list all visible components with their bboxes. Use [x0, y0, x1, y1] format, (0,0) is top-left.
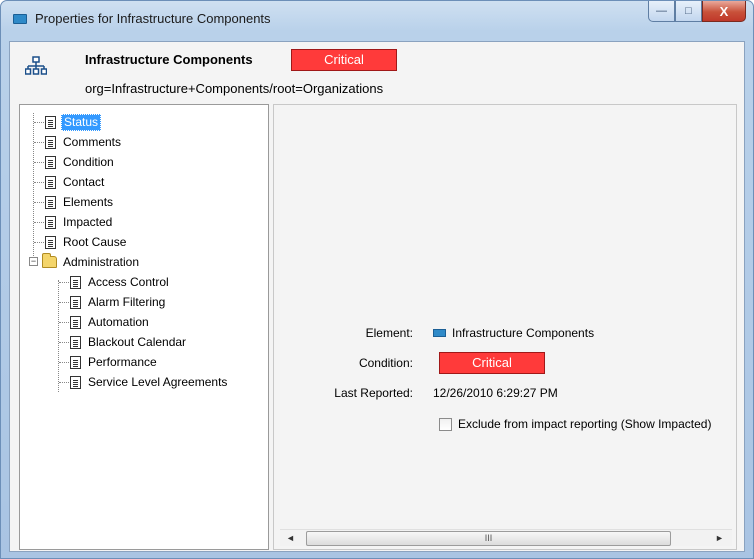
tree-item-label: Performance	[88, 354, 157, 369]
element-type-icon	[433, 329, 446, 337]
close-button[interactable]: X	[702, 1, 746, 22]
horizontal-scrollbar[interactable]: ◄ III ►	[280, 529, 732, 546]
document-icon	[70, 315, 81, 329]
properties-window: Properties for Infrastructure Components…	[0, 0, 754, 559]
tree-item-label: Contact	[63, 174, 105, 189]
document-icon	[45, 115, 56, 129]
element-value: Infrastructure Components	[433, 326, 594, 340]
last-reported-value: 12/26/2010 6:29:27 PM	[433, 386, 558, 400]
tree-item-label: Elements	[63, 194, 114, 209]
tree-item-status[interactable]: Status	[45, 113, 102, 131]
tree-item-label: Root Cause	[63, 234, 127, 249]
document-icon	[70, 295, 81, 309]
title-bar[interactable]: Properties for Infrastructure Components…	[1, 1, 753, 41]
tree-connector	[33, 113, 34, 266]
tree-item-access-control[interactable]: Access Control	[70, 273, 171, 291]
document-icon	[45, 235, 56, 249]
tree-item-label: Status	[61, 113, 102, 131]
document-icon	[45, 195, 56, 209]
tree-item-automation[interactable]: Automation	[70, 313, 151, 331]
tree-item-performance[interactable]: Performance	[70, 353, 159, 371]
properties-header: Infrastructure Components Critical org=I…	[10, 42, 744, 100]
status-detail-pane: Element: Infrastructure Components Condi…	[273, 104, 737, 550]
org-path: org=Infrastructure+Components/root=Organ…	[85, 81, 384, 96]
maximize-button[interactable]: □	[675, 1, 702, 22]
tree-item-label: Automation	[88, 314, 149, 329]
document-icon	[45, 155, 56, 169]
tree-connector	[58, 280, 59, 392]
tree-item-impacted[interactable]: Impacted	[45, 213, 114, 231]
element-label: Element:	[365, 326, 413, 340]
org-name: Infrastructure Components	[85, 52, 253, 67]
scroll-right-arrow[interactable]: ►	[712, 532, 727, 545]
navigation-tree[interactable]: − Status Comments Condition Contact Elem…	[19, 104, 269, 550]
element-name: Infrastructure Components	[452, 326, 595, 340]
document-icon	[45, 135, 56, 149]
collapse-administration-toggle[interactable]: −	[29, 257, 38, 266]
document-icon	[45, 175, 56, 189]
org-chart-icon	[25, 56, 47, 75]
tree-item-alarm-filtering[interactable]: Alarm Filtering	[70, 293, 167, 311]
tree-item-label: Administration	[63, 254, 140, 269]
window-client-area: Infrastructure Components Critical org=I…	[9, 41, 745, 552]
minimize-button[interactable]: —	[648, 1, 675, 22]
scroll-left-arrow[interactable]: ◄	[283, 532, 298, 545]
document-icon	[70, 275, 81, 289]
tree-item-administration[interactable]: Administration	[42, 253, 141, 271]
tree-item-label: Service Level Agreements	[88, 374, 228, 389]
tree-item-service-level-agreements[interactable]: Service Level Agreements	[70, 373, 229, 391]
caption-buttons: — □ X	[648, 1, 746, 23]
tree-item-label: Impacted	[63, 214, 113, 229]
condition-label: Condition:	[358, 356, 413, 370]
tree-item-comments[interactable]: Comments	[45, 133, 123, 151]
window-title: Properties for Infrastructure Components	[35, 11, 271, 26]
exclude-impact-label[interactable]: Exclude from impact reporting (Show Impa…	[458, 417, 711, 431]
last-reported-label: Last Reported:	[334, 386, 413, 400]
tree-item-root-cause[interactable]: Root Cause	[45, 233, 128, 251]
header-status-badge: Critical	[291, 49, 397, 71]
tree-item-label: Alarm Filtering	[88, 294, 166, 309]
tree-item-label: Comments	[63, 134, 122, 149]
tree-item-contact[interactable]: Contact	[45, 173, 106, 191]
document-icon	[70, 375, 81, 389]
tree-item-elements[interactable]: Elements	[45, 193, 115, 211]
condition-status-badge: Critical	[439, 352, 545, 374]
document-icon	[70, 355, 81, 369]
tree-item-label: Blackout Calendar	[88, 334, 187, 349]
document-icon	[45, 215, 56, 229]
tree-item-label: Condition	[63, 154, 114, 169]
window-app-icon	[13, 14, 27, 24]
tree-item-label: Access Control	[88, 274, 169, 289]
scrollbar-thumb[interactable]: III	[306, 531, 671, 546]
exclude-impact-checkbox[interactable]	[439, 418, 452, 431]
document-icon	[70, 335, 81, 349]
folder-icon	[42, 253, 57, 268]
tree-item-blackout-calendar[interactable]: Blackout Calendar	[70, 333, 188, 351]
tree-item-condition[interactable]: Condition	[45, 153, 116, 171]
